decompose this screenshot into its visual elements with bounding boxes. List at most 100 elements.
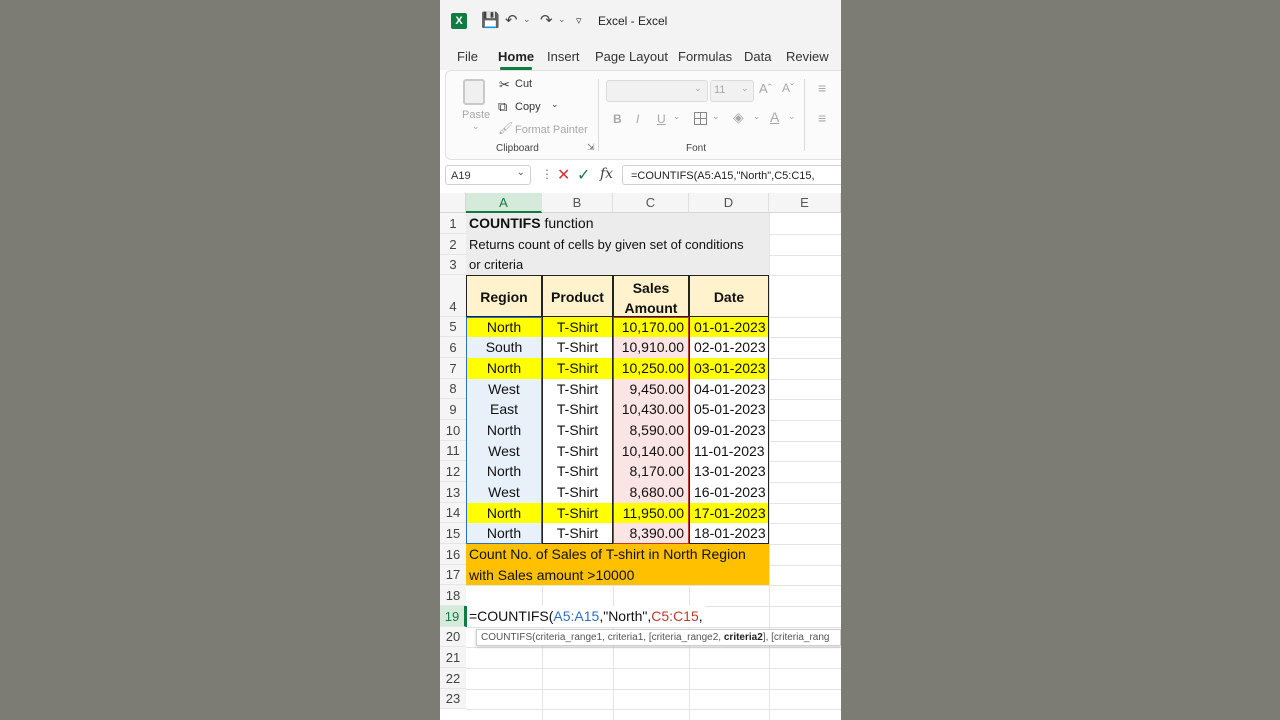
font-color-dropdown-icon[interactable]: ⌄ bbox=[788, 111, 796, 122]
cell-date[interactable]: 04-01-2023 bbox=[689, 379, 769, 399]
fill-color-dropdown-icon[interactable]: ⌄ bbox=[753, 111, 761, 122]
more-options-icon[interactable]: ⋮ bbox=[541, 167, 553, 181]
cell-date[interactable]: 11-01-2023 bbox=[689, 441, 769, 461]
cell-date[interactable]: 02-01-2023 bbox=[689, 337, 769, 358]
row-header-13[interactable]: 13 bbox=[440, 482, 466, 503]
cell-amount[interactable]: 8,590.00 bbox=[613, 420, 689, 441]
row-header-9[interactable]: 9 bbox=[440, 399, 466, 420]
header-region[interactable]: Region bbox=[466, 275, 542, 317]
cell-region[interactable]: West bbox=[466, 482, 542, 503]
cell-region[interactable]: North bbox=[466, 503, 542, 523]
cell-date[interactable]: 17-01-2023 bbox=[689, 503, 769, 523]
row-header-17[interactable]: 17 bbox=[440, 565, 466, 585]
formula-input[interactable]: =COUNTIFS(A5:A15,"North",C5:C15, bbox=[622, 165, 841, 185]
row-header-7[interactable]: 7 bbox=[440, 358, 466, 379]
column-header-d[interactable]: D bbox=[689, 193, 769, 213]
cell-date[interactable]: 13-01-2023 bbox=[689, 461, 769, 482]
insert-function-icon[interactable]: fx bbox=[600, 166, 613, 182]
underline-dropdown-icon[interactable]: ⌄ bbox=[673, 111, 681, 122]
row-header-15[interactable]: 15 bbox=[440, 523, 466, 544]
column-header-b[interactable]: B bbox=[542, 193, 613, 213]
name-box-dropdown-icon[interactable]: ⌄ bbox=[517, 163, 525, 183]
header-sales-amount[interactable]: Sales Amount bbox=[613, 275, 689, 317]
cell-product[interactable]: T-Shirt bbox=[542, 482, 613, 503]
cell-region[interactable]: North bbox=[466, 358, 542, 379]
row-header-11[interactable]: 11 bbox=[440, 441, 466, 461]
row-header-14[interactable]: 14 bbox=[440, 503, 466, 523]
row-header-18[interactable]: 18 bbox=[440, 585, 466, 606]
cell-amount[interactable]: 8,390.00 bbox=[613, 523, 689, 544]
column-header-c[interactable]: C bbox=[613, 193, 689, 213]
cell-amount[interactable]: 8,680.00 bbox=[613, 482, 689, 503]
tab-file[interactable]: File bbox=[457, 49, 478, 64]
cut-button[interactable]: Cut bbox=[515, 78, 532, 90]
cell-region[interactable]: West bbox=[466, 379, 542, 399]
font-name-select[interactable]: ⌄ bbox=[606, 80, 708, 102]
cancel-icon[interactable]: ✕ bbox=[557, 165, 570, 185]
cell-region[interactable]: North bbox=[466, 317, 542, 337]
font-size-select[interactable]: 11 ⌄ bbox=[710, 80, 754, 102]
cell-product[interactable]: T-Shirt bbox=[542, 358, 613, 379]
cell-date[interactable]: 03-01-2023 bbox=[689, 358, 769, 379]
question-line2[interactable]: with Sales amount >10000 bbox=[469, 565, 634, 585]
cell-date[interactable]: 09-01-2023 bbox=[689, 420, 769, 441]
cell-amount[interactable]: 9,450.00 bbox=[613, 379, 689, 399]
row-header-19[interactable]: 19 bbox=[440, 606, 466, 627]
borders-dropdown-icon[interactable]: ⌄ bbox=[712, 111, 720, 122]
question-line1[interactable]: Count No. of Sales of T-shirt in North R… bbox=[469, 544, 746, 565]
cell-region[interactable]: North bbox=[466, 461, 542, 482]
clipboard-launcher-icon[interactable]: ⇲ bbox=[587, 142, 595, 153]
row-header-21[interactable]: 21 bbox=[440, 647, 466, 668]
redo-icon[interactable]: ↷ bbox=[540, 11, 553, 29]
borders-icon[interactable] bbox=[694, 112, 707, 125]
underline-button[interactable]: U bbox=[657, 112, 666, 126]
cell-product[interactable]: T-Shirt bbox=[542, 337, 613, 358]
column-header-e[interactable]: E bbox=[769, 193, 841, 213]
row-header-5[interactable]: 5 bbox=[440, 317, 466, 337]
tab-page-layout[interactable]: Page Layout bbox=[595, 49, 668, 64]
cell-amount[interactable]: 10,910.00 bbox=[613, 337, 689, 358]
cell-amount[interactable]: 11,950.00 bbox=[613, 503, 689, 523]
row-header-8[interactable]: 8 bbox=[440, 379, 466, 399]
cell-amount[interactable]: 8,170.00 bbox=[613, 461, 689, 482]
cell-region[interactable]: South bbox=[466, 337, 542, 358]
tab-formulas[interactable]: Formulas bbox=[678, 49, 732, 64]
cell-amount[interactable]: 10,250.00 bbox=[613, 358, 689, 379]
cell-product[interactable]: T-Shirt bbox=[542, 399, 613, 420]
undo-dropdown-icon[interactable]: ⌄ bbox=[523, 14, 531, 25]
name-box[interactable]: A19 ⌄ bbox=[445, 165, 531, 185]
align-left-icon[interactable]: ≡ bbox=[818, 110, 826, 126]
bold-button[interactable]: B bbox=[613, 112, 622, 126]
enter-icon[interactable]: ✓ bbox=[577, 165, 590, 185]
row-header-16[interactable]: 16 bbox=[440, 544, 466, 565]
cell-product[interactable]: T-Shirt bbox=[542, 420, 613, 441]
row-header-20[interactable]: 20 bbox=[440, 627, 466, 647]
sheet-title[interactable]: COUNTIFS function bbox=[469, 213, 594, 234]
cell-region[interactable]: North bbox=[466, 420, 542, 441]
cell-amount[interactable]: 10,170.00 bbox=[613, 317, 689, 337]
row-header-22[interactable]: 22 bbox=[440, 668, 466, 689]
header-product[interactable]: Product bbox=[542, 275, 613, 317]
row-header-23[interactable]: 23 bbox=[440, 689, 466, 709]
cell-region[interactable]: East bbox=[466, 399, 542, 420]
tab-home[interactable]: Home bbox=[498, 49, 534, 70]
row-header-2[interactable]: 2 bbox=[440, 234, 466, 255]
cell-product[interactable]: T-Shirt bbox=[542, 379, 613, 399]
cell-product[interactable]: T-Shirt bbox=[542, 503, 613, 523]
cell-date[interactable]: 16-01-2023 bbox=[689, 482, 769, 503]
paste-button[interactable]: Paste ⌄ bbox=[460, 77, 490, 135]
row-header-3[interactable]: 3 bbox=[440, 255, 466, 275]
copy-button[interactable]: Copy bbox=[515, 101, 541, 113]
fill-color-icon[interactable]: ◈ bbox=[733, 109, 744, 126]
cell-date[interactable]: 05-01-2023 bbox=[689, 399, 769, 420]
row-header-1[interactable]: 1 bbox=[440, 213, 466, 234]
tab-review[interactable]: Review bbox=[786, 49, 829, 64]
decrease-font-icon[interactable]: Aˇ bbox=[782, 81, 794, 95]
cell-product[interactable]: T-Shirt bbox=[542, 441, 613, 461]
sheet-description-line2[interactable]: or criteria bbox=[469, 255, 523, 275]
row-header-6[interactable]: 6 bbox=[440, 337, 466, 358]
save-icon[interactable]: 💾 bbox=[481, 11, 500, 29]
cell-product[interactable]: T-Shirt bbox=[542, 317, 613, 337]
cell-date[interactable]: 18-01-2023 bbox=[689, 523, 769, 544]
italic-button[interactable]: I bbox=[636, 112, 639, 126]
